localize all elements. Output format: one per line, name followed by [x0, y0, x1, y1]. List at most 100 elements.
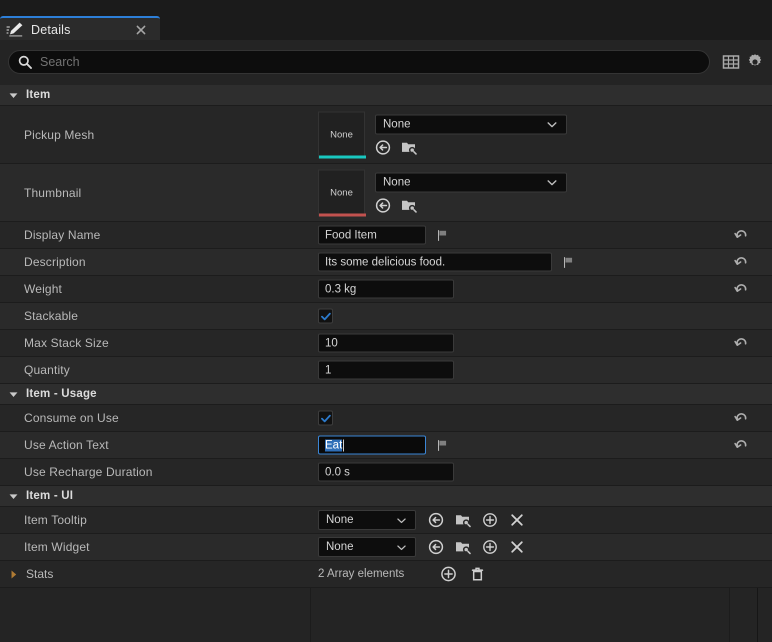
find-in-content-browser-icon[interactable]: [455, 512, 471, 528]
find-in-content-browser-icon[interactable]: [455, 539, 471, 555]
reset-to-default-icon[interactable]: [733, 227, 749, 243]
property-row: Description Its some delicious food.: [0, 249, 772, 276]
tab-details[interactable]: Details: [0, 16, 160, 42]
expander-triangle-down-icon[interactable]: [9, 492, 18, 501]
asset-dropdown-value: None: [383, 176, 411, 188]
browse-asset-icon[interactable]: [428, 539, 444, 555]
reset-to-default-icon[interactable]: [733, 335, 749, 351]
new-asset-icon[interactable]: [482, 539, 498, 555]
asset-thumbnail-label: None: [330, 187, 353, 198]
text-field-group: 1: [318, 360, 454, 380]
reset-to-default-icon[interactable]: [733, 281, 749, 297]
property-row: Consume on Use: [0, 405, 772, 432]
checkmark-icon: [320, 414, 331, 422]
property-row: Item Tooltip None: [0, 507, 772, 534]
property-row: Max Stack Size 10: [0, 330, 772, 357]
class-dropdown[interactable]: None: [318, 537, 416, 557]
text-value: Its some delicious food.: [325, 256, 446, 268]
search-placeholder: Search: [40, 55, 80, 69]
expander-triangle-right-icon[interactable]: [9, 570, 18, 579]
asset-dropdown-value: None: [383, 118, 411, 130]
property-text-input[interactable]: 0.3 kg: [318, 279, 454, 299]
asset-thumbnail-label: None: [330, 129, 353, 140]
class-picker: None: [318, 537, 525, 557]
chevron-down-icon[interactable]: [545, 117, 559, 131]
class-action-icons: [428, 539, 525, 555]
class-dropdown-value: None: [326, 514, 354, 526]
chevron-down-icon[interactable]: [395, 514, 408, 527]
property-label: Thumbnail: [24, 185, 82, 200]
checkbox-field: [318, 410, 333, 426]
search-input[interactable]: Search: [8, 50, 710, 74]
clear-asset-icon[interactable]: [509, 539, 525, 555]
property-checkbox[interactable]: [318, 410, 333, 426]
text-field-group: 10: [318, 333, 454, 353]
category-header-item-ui[interactable]: Item - UI: [0, 486, 772, 507]
asset-thumbnail[interactable]: None: [318, 111, 366, 158]
clear-asset-icon[interactable]: [509, 512, 525, 528]
reset-to-default-icon[interactable]: [733, 410, 749, 426]
chevron-down-icon[interactable]: [545, 175, 559, 189]
property-label: Max Stack Size: [24, 336, 109, 350]
details-pencil-icon: [6, 22, 23, 37]
find-in-content-browser-icon[interactable]: [401, 139, 417, 155]
class-dropdown[interactable]: None: [318, 510, 416, 530]
search-icon: [18, 55, 32, 69]
browse-asset-icon[interactable]: [375, 139, 391, 155]
flag-icon[interactable]: [436, 438, 449, 452]
text-value: 0.3 kg: [325, 283, 357, 295]
text-value: 1: [325, 364, 332, 376]
class-action-icons: [428, 512, 525, 528]
property-text-input[interactable]: Its some delicious food.: [318, 252, 552, 272]
text-field-group: 0.0 s: [318, 462, 454, 482]
asset-thumbnail[interactable]: None: [318, 169, 366, 216]
text-field-group: Eat: [318, 435, 449, 455]
flag-icon[interactable]: [436, 228, 449, 242]
text-value: 0.0 s: [325, 466, 350, 478]
text-caret: [343, 439, 345, 451]
close-icon[interactable]: [134, 23, 148, 37]
property-row: Display Name Food Item: [0, 222, 772, 249]
property-row: Stats 2 Array elements: [0, 561, 772, 588]
browse-asset-icon[interactable]: [428, 512, 444, 528]
property-text-input[interactable]: 0.0 s: [318, 462, 454, 482]
search-toolbar: Search: [0, 40, 772, 85]
browse-asset-icon[interactable]: [375, 197, 391, 213]
category-header-item-usage[interactable]: Item - Usage: [0, 384, 772, 405]
selected-text: Eat: [325, 439, 343, 451]
property-label: Stats: [26, 567, 54, 581]
asset-picker: None: [375, 172, 567, 213]
delete-all-elements-icon[interactable]: [469, 566, 486, 583]
property-text-input[interactable]: 10: [318, 333, 454, 353]
gear-icon[interactable]: [746, 53, 764, 71]
asset-action-icons: [375, 197, 567, 213]
expander-triangle-down-icon[interactable]: [9, 390, 18, 399]
text-value: Food Item: [325, 229, 377, 241]
array-action-icons: [440, 566, 486, 583]
category-header-item[interactable]: Item: [0, 85, 772, 106]
property-checkbox[interactable]: [318, 308, 333, 324]
flag-icon[interactable]: [562, 255, 575, 269]
expander-triangle-down-icon[interactable]: [9, 91, 18, 100]
checkmark-icon: [320, 312, 331, 320]
property-text-input[interactable]: Food Item: [318, 225, 426, 245]
reset-to-default-icon[interactable]: [733, 437, 749, 453]
property-row: Use Recharge Duration 0.0 s: [0, 459, 772, 486]
find-in-content-browser-icon[interactable]: [401, 197, 417, 213]
asset-dropdown[interactable]: None: [375, 172, 567, 192]
property-text-input[interactable]: Eat: [318, 435, 426, 455]
chevron-down-icon[interactable]: [395, 541, 408, 554]
grid-view-icon[interactable]: [722, 53, 740, 71]
text-value: 10: [325, 337, 338, 349]
reset-to-default-icon[interactable]: [733, 254, 749, 270]
new-asset-icon[interactable]: [482, 512, 498, 528]
add-element-icon[interactable]: [440, 566, 457, 583]
property-label: Item Widget: [24, 540, 90, 554]
property-text-input[interactable]: 1: [318, 360, 454, 380]
asset-action-icons: [375, 139, 567, 155]
tab-label: Details: [31, 23, 71, 37]
asset-dropdown[interactable]: None: [375, 114, 567, 134]
text-field-group: Food Item: [318, 225, 449, 245]
checkbox-field: [318, 308, 333, 324]
property-label: Item Tooltip: [24, 513, 87, 527]
